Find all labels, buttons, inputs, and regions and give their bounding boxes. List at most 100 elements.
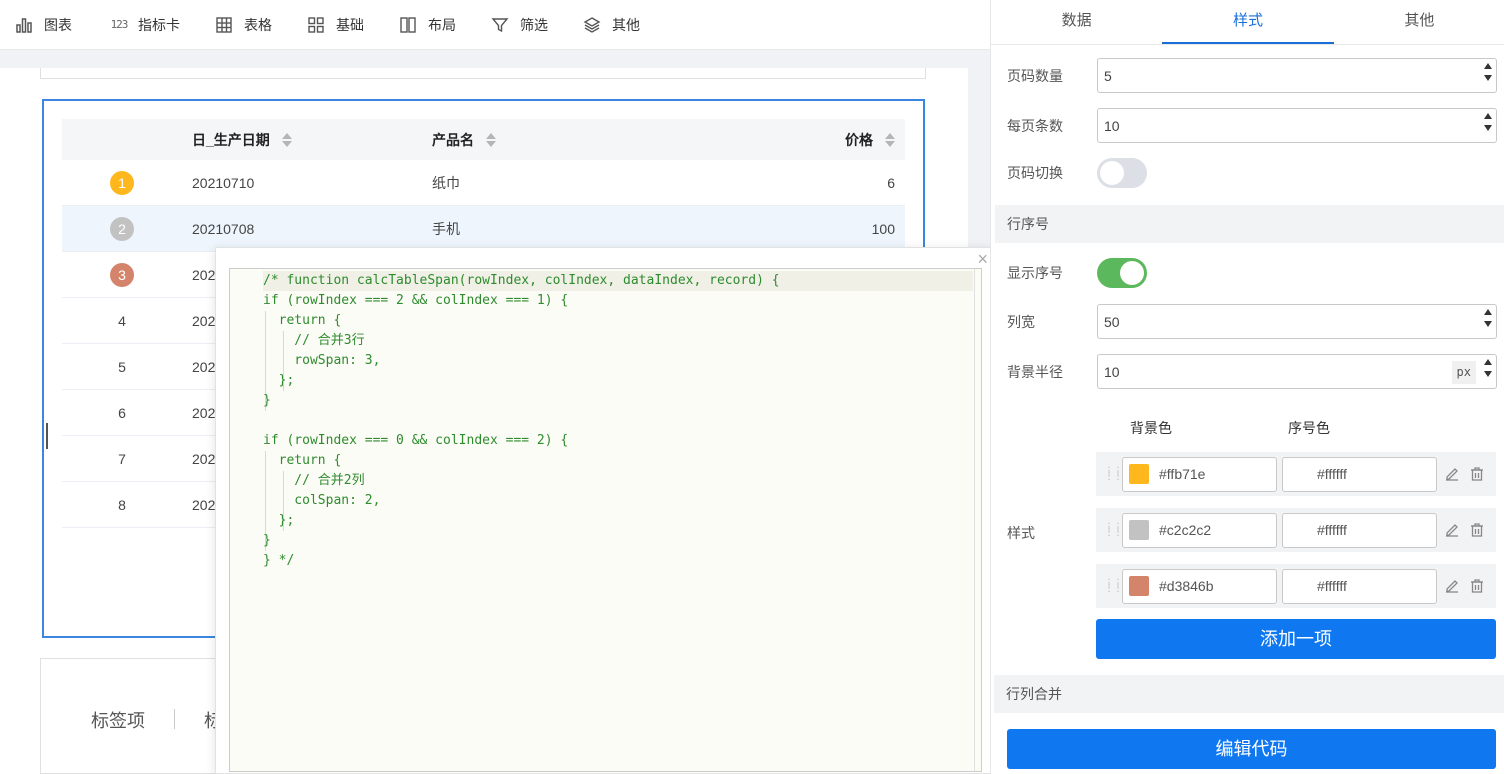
column-header-price[interactable]: 价格	[692, 130, 905, 150]
bg-radius-input[interactable]: 10 px	[1097, 354, 1497, 389]
layout-columns-icon	[398, 15, 418, 35]
table-grid-icon	[214, 15, 234, 35]
cell-price: 6	[887, 174, 895, 191]
add-item-button[interactable]: 添加一项	[1096, 619, 1496, 659]
show-index-toggle[interactable]	[1097, 258, 1147, 288]
edit-icon[interactable]	[1442, 464, 1462, 484]
bg-color-input[interactable]: #ffb71e	[1122, 456, 1277, 492]
code-line: return {	[263, 313, 342, 328]
row-index: 6	[118, 404, 126, 421]
toolbar-item-label: 表格	[244, 16, 272, 33]
col-width-label: 列宽	[1007, 313, 1035, 330]
code-line: }	[263, 393, 271, 408]
table-header: 日_生产日期 产品名 价格	[62, 119, 905, 160]
edit-icon[interactable]	[1442, 520, 1462, 540]
toolbar-item-chart[interactable]: 图表	[14, 15, 72, 35]
toolbar-item-label: 筛选	[520, 16, 548, 33]
drag-handle-icon[interactable]: ⋮⋮ ⋮⋮	[1104, 467, 1123, 482]
cell-product: 手机	[432, 220, 460, 237]
close-icon[interactable]: ×	[977, 250, 988, 268]
toolbar-item-other[interactable]: 其他	[582, 15, 640, 35]
toolbar-item-indicator-card[interactable]: 123 指标卡	[106, 15, 180, 35]
page-size-label: 每页条数	[1007, 117, 1063, 134]
drag-handle-icon[interactable]: ⋮⋮ ⋮⋮	[1104, 523, 1123, 538]
resize-handle[interactable]	[46, 423, 48, 449]
sort-icon[interactable]	[486, 132, 496, 147]
toolbar-item-label: 基础	[336, 16, 364, 33]
color-swatch[interactable]	[1129, 464, 1149, 484]
toolbar-item-layout[interactable]: 布局	[398, 15, 456, 35]
bg-color-input[interactable]: #d3846b	[1122, 568, 1277, 604]
page-count-input[interactable]: 5	[1097, 58, 1497, 93]
components-icon	[306, 15, 326, 35]
code-content: /* function calcTableSpan(rowIndex, colI…	[263, 271, 973, 571]
number-icon: 123	[110, 18, 129, 31]
bar-chart-icon	[14, 15, 34, 35]
row-index-section-header[interactable]: 行序号	[995, 205, 1504, 243]
editor-margin-line	[974, 269, 975, 771]
code-line: };	[263, 513, 295, 528]
row-index-badge: 2	[110, 216, 134, 241]
component-card-above[interactable]	[40, 68, 926, 79]
table-row[interactable]: 2 20210708 手机 100	[62, 206, 905, 252]
toolbar-item-filter[interactable]: 筛选	[490, 15, 548, 35]
color-style-row: ⋮⋮ ⋮⋮ #ffb71e #ffffff	[1096, 452, 1496, 496]
code-line: }	[263, 533, 271, 548]
color-style-row: ⋮⋮ ⋮⋮ #d3846b #ffffff	[1096, 564, 1496, 608]
col-width-input[interactable]: 50	[1097, 304, 1497, 339]
index-color-input[interactable]: #ffffff	[1282, 512, 1437, 548]
page-switch-label: 页码切换	[1007, 165, 1063, 181]
code-editor-popup: × ⤢ /* function calcTableSpan(rowIndex, …	[215, 247, 994, 774]
delete-icon[interactable]	[1467, 576, 1487, 596]
page-switch-toggle[interactable]	[1097, 158, 1147, 188]
code-line: /* function calcTableSpan(rowIndex, colI…	[263, 271, 973, 291]
toolbar-item-label: 指标卡	[138, 16, 180, 33]
row-index-badge: 1	[110, 170, 134, 195]
spinner-icon[interactable]	[1484, 309, 1492, 327]
code-line: rowSpan: 3,	[263, 353, 381, 368]
spinner-icon[interactable]	[1484, 63, 1492, 81]
edit-code-button[interactable]: 编辑代码	[1007, 729, 1496, 769]
show-index-label: 显示序号	[1007, 265, 1063, 281]
edit-icon[interactable]	[1442, 576, 1462, 596]
merge-section-header[interactable]: 行列合并	[994, 675, 1504, 713]
code-line: // 合并2列	[263, 473, 365, 488]
filter-icon	[490, 15, 510, 35]
index-color-input[interactable]: #ffffff	[1282, 568, 1437, 604]
code-line: };	[263, 373, 295, 388]
index-color-input[interactable]: #ffffff	[1282, 456, 1437, 492]
table-row[interactable]: 1 20210710 纸巾 6	[62, 160, 905, 206]
tab-style[interactable]: 样式	[1162, 0, 1334, 44]
drag-handle-icon[interactable]: ⋮⋮ ⋮⋮	[1104, 579, 1123, 594]
color-swatch[interactable]	[1129, 576, 1149, 596]
page-switch-row: 页码切换	[1007, 158, 1497, 188]
show-index-row: 显示序号	[1007, 258, 1497, 288]
column-header-date[interactable]: 日_生产日期	[182, 130, 422, 150]
code-line: colSpan: 2,	[263, 493, 381, 508]
bg-radius-label: 背景半径	[1007, 363, 1063, 380]
tab-other[interactable]: 其他	[1334, 0, 1504, 44]
color-swatch[interactable]	[1129, 520, 1149, 540]
sort-icon[interactable]	[281, 132, 292, 147]
toolbar-item-basic[interactable]: 基础	[306, 15, 364, 35]
delete-icon[interactable]	[1467, 464, 1487, 484]
spinner-icon[interactable]	[1484, 113, 1492, 131]
row-index: 4	[118, 312, 126, 329]
bg-color-input[interactable]: #c2c2c2	[1122, 512, 1277, 548]
spinner-icon[interactable]	[1484, 359, 1492, 377]
tab-data[interactable]: 数据	[991, 0, 1162, 44]
toolbar-item-label: 图表	[44, 16, 72, 33]
toolbar-item-table[interactable]: 表格	[214, 15, 272, 35]
tab-divider	[174, 709, 175, 729]
tab-item[interactable]: 标签项	[91, 707, 145, 733]
code-editor[interactable]: ⤢ /* function calcTableSpan(rowIndex, co…	[229, 268, 982, 772]
style-label: 样式	[1007, 525, 1035, 541]
bg-radius-row: 背景半径 10 px	[1007, 354, 1497, 389]
column-header-product[interactable]: 产品名	[422, 130, 692, 150]
row-index: 7	[118, 450, 126, 467]
page-size-input[interactable]: 10	[1097, 108, 1497, 143]
code-line: // 合并3行	[263, 333, 365, 348]
toolbar-item-label: 其他	[612, 16, 640, 33]
delete-icon[interactable]	[1467, 520, 1487, 540]
sort-icon[interactable]	[885, 132, 895, 147]
